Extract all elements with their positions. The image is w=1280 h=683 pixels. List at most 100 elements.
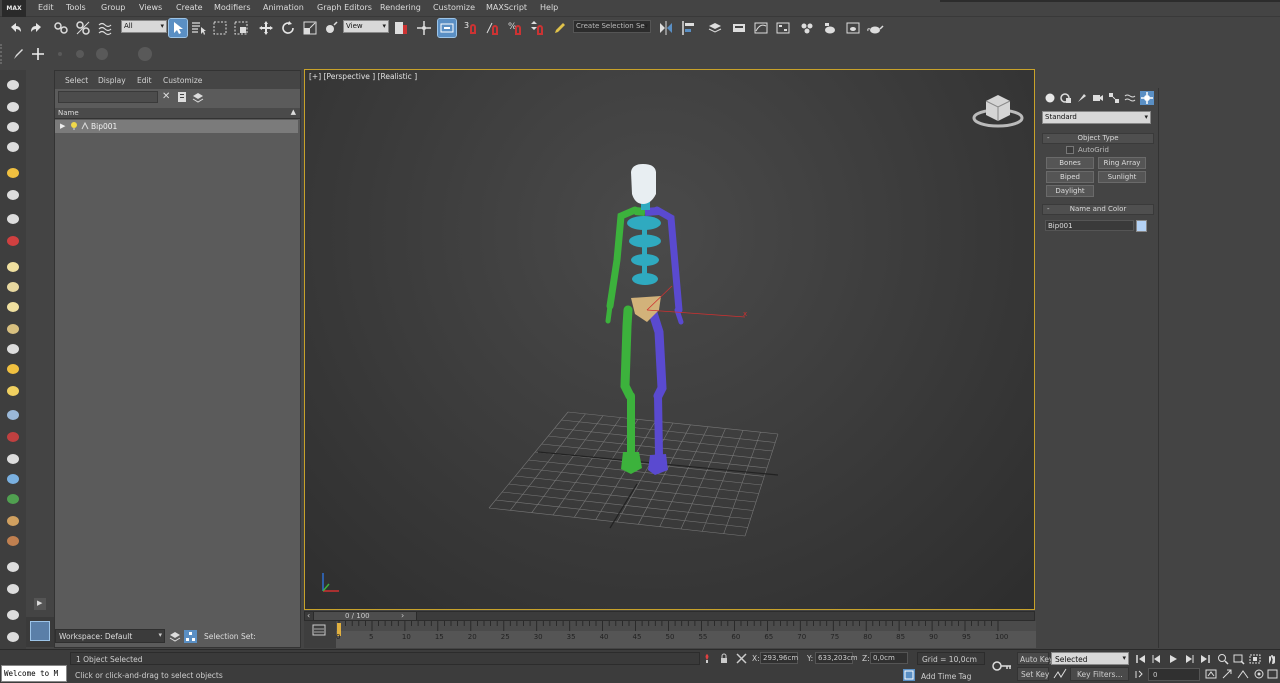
ball-icon[interactable] <box>4 558 22 574</box>
arc-rotate-button[interactable] <box>1252 668 1266 680</box>
render-setup-button[interactable] <box>821 19 839 37</box>
curve-icon[interactable] <box>4 210 22 226</box>
object-color-swatch[interactable] <box>1136 220 1147 232</box>
percent-snap-button[interactable]: % <box>506 19 524 37</box>
menu-create[interactable]: Create <box>176 3 203 12</box>
rotate-button[interactable] <box>279 19 297 37</box>
edit-named-selection-button[interactable] <box>551 19 569 37</box>
x-coord-field[interactable]: 293,96cm <box>760 652 798 664</box>
align-button[interactable] <box>680 19 698 37</box>
angle-snap-button[interactable] <box>484 19 502 37</box>
wave-icon[interactable] <box>4 406 22 422</box>
pot-icon[interactable] <box>4 532 22 548</box>
menu-views[interactable]: Views <box>139 3 162 12</box>
hair-icon[interactable] <box>4 512 22 528</box>
dome-icon[interactable] <box>4 278 22 294</box>
zoom-extents-all-button[interactable] <box>1216 653 1230 665</box>
expand-arrow-icon[interactable]: ▶ <box>60 122 65 130</box>
menu-customize[interactable]: Customize <box>433 3 475 12</box>
lights-category-button[interactable] <box>1076 92 1088 104</box>
explorer-menu-display[interactable]: Display <box>98 76 126 85</box>
key-icon[interactable] <box>992 660 1012 672</box>
sunlight-icon[interactable] <box>4 164 22 180</box>
curve-editor-button[interactable] <box>752 19 770 37</box>
menu-graph-editors[interactable]: Graph Editors <box>317 3 372 12</box>
track-bar-toggle[interactable] <box>304 621 336 648</box>
next-frame-button[interactable] <box>1182 653 1196 665</box>
table-icon[interactable] <box>4 138 22 154</box>
systems-category-button[interactable] <box>1140 91 1154 105</box>
snaps-toggle-button[interactable]: 3 <box>462 19 480 37</box>
unlink-button[interactable] <box>74 19 92 37</box>
mirror-button[interactable] <box>657 19 675 37</box>
pan-view-button[interactable] <box>1264 653 1278 665</box>
sunlight-button[interactable]: Sunlight <box>1098 171 1146 183</box>
cone-icon[interactable] <box>4 340 22 356</box>
selection-lock-icon[interactable] <box>719 653 729 664</box>
workspace-dropdown[interactable]: Workspace: Default ▾ <box>55 629 165 643</box>
viewport-layout-tab[interactable] <box>26 617 54 647</box>
teapot-icon[interactable] <box>4 76 22 92</box>
track-bar[interactable]: 0 5 10 15 20 25 30 35 40 45 50 55 60 65 70 75 80 85 90 95 10… <box>336 621 1036 648</box>
pivot-center-button[interactable] <box>392 19 410 37</box>
field-of-view-button[interactable] <box>1248 653 1262 665</box>
set-key-button[interactable]: Set Key <box>1017 667 1049 681</box>
layers-stack-icon[interactable] <box>4 606 22 622</box>
key-mode-toggle-button[interactable] <box>1134 668 1144 680</box>
spinner-snap-button[interactable] <box>528 19 546 37</box>
vase-icon[interactable] <box>4 450 22 466</box>
bones-button[interactable]: Bones <box>1046 157 1094 169</box>
named-selection-set-dropdown[interactable]: Create Selection Se <box>573 20 651 33</box>
go-to-end-button[interactable] <box>1198 653 1212 665</box>
lightbulb-icon[interactable] <box>69 121 79 131</box>
helpers-category-button[interactable] <box>1108 92 1120 104</box>
add-time-tag-label[interactable]: Add Time Tag <box>921 672 971 681</box>
time-slider[interactable]: ‹ 0 / 100 › <box>304 611 1035 621</box>
spacewarps-category-button[interactable] <box>1124 92 1136 104</box>
maximize-viewport-button[interactable] <box>1266 668 1280 680</box>
sphere-icon[interactable] <box>4 298 22 314</box>
toggle-scene-explorer-button[interactable] <box>706 19 724 37</box>
key-filters-button[interactable]: Key Filters... <box>1070 667 1129 681</box>
time-next-icon[interactable]: › <box>401 611 404 620</box>
cameras-category-button[interactable] <box>1092 92 1104 104</box>
select-place-button[interactable] <box>322 19 340 37</box>
orbit-button[interactable] <box>1220 668 1234 680</box>
go-to-start-button[interactable] <box>1134 653 1148 665</box>
menu-modifiers[interactable]: Modifiers <box>214 3 251 12</box>
daylight-button[interactable]: Daylight <box>1046 185 1094 197</box>
absolute-mode-icon[interactable] <box>736 653 747 664</box>
rectangular-region-button[interactable] <box>211 19 229 37</box>
menu-animation[interactable]: Animation <box>263 3 304 12</box>
window-crossing-button[interactable] <box>232 19 250 37</box>
explorer-menu-select[interactable]: Select <box>65 76 88 85</box>
undo-button[interactable] <box>6 19 24 37</box>
name-color-rollout-header[interactable]: - Name and Color <box>1042 204 1154 215</box>
record-icon[interactable] <box>4 232 22 248</box>
autogrid-checkbox[interactable] <box>1066 146 1074 154</box>
select-object-button[interactable] <box>168 18 188 38</box>
tangent-icon[interactable] <box>1053 668 1067 680</box>
perspective-viewport[interactable]: [+] [Perspective ] [Realistic ] x <box>304 69 1035 610</box>
explorer-menu-customize[interactable]: Customize <box>163 76 202 85</box>
y-coord-field[interactable]: 633,203cm <box>815 652 858 664</box>
select-manipulate-button[interactable] <box>415 19 433 37</box>
sun-icon[interactable] <box>4 360 22 376</box>
auto-key-button[interactable]: Auto Key <box>1017 652 1053 665</box>
object-category-dropdown[interactable]: Standard <box>1042 111 1151 124</box>
toggle-ribbon-button[interactable] <box>730 19 748 37</box>
keyboard-shortcut-override-button[interactable] <box>437 18 457 38</box>
clear-search-icon[interactable]: ✕ <box>162 91 174 103</box>
globe-icon[interactable] <box>4 470 22 486</box>
render-production-button[interactable] <box>866 19 884 37</box>
key-mode-dropdown[interactable]: Selected ▾ <box>1051 652 1129 665</box>
explorer-options-button[interactable] <box>192 91 204 103</box>
layers-icon[interactable] <box>4 118 22 134</box>
building-icon[interactable] <box>4 580 22 596</box>
current-frame-field[interactable]: 0 <box>1148 668 1200 681</box>
hierarchy-explorer-button[interactable] <box>184 630 197 643</box>
expand-layout-button[interactable]: ▶ <box>34 598 46 610</box>
render-icon[interactable] <box>4 98 22 114</box>
explorer-column-header[interactable]: Name ▲ <box>55 108 300 119</box>
previous-frame-button[interactable] <box>1150 653 1164 665</box>
